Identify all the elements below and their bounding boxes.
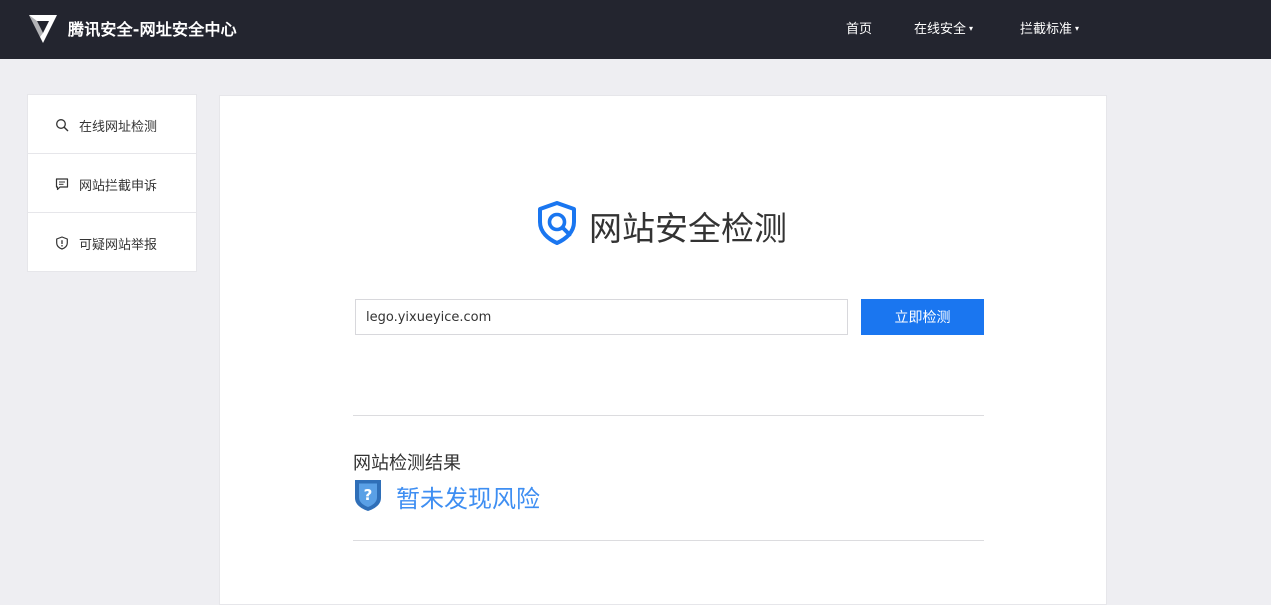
message-icon (55, 178, 69, 191)
page-title: 网站安全检测 (589, 209, 787, 248)
result-heading: 网站检测结果 (353, 453, 461, 474)
nav-online-security[interactable]: 在线安全 ▾ (914, 18, 973, 37)
sidebar-item-url-check[interactable]: 在线网址检测 (28, 95, 196, 154)
svg-text:?: ? (364, 486, 373, 504)
nav-online-security-label: 在线安全 (914, 22, 967, 37)
main-panel: 网站安全检测 立即检测 网站检测结果 ? 暂未发现风险 (219, 95, 1107, 605)
divider (353, 415, 984, 416)
site-title: 腾讯安全-网址安全中心 (68, 20, 237, 39)
sidebar-item-label: 在线网址检测 (79, 120, 158, 135)
question-shield-icon: ? (355, 480, 381, 511)
result-status-text: 暂未发现风险 (396, 485, 540, 513)
caret-down-icon: ▾ (1075, 24, 1080, 33)
sidebar-item-label: 网站拦截申诉 (79, 179, 158, 194)
nav-home[interactable]: 首页 (846, 18, 872, 37)
sidebar-item-report[interactable]: 可疑网站举报 (28, 213, 196, 272)
divider (353, 540, 984, 541)
nav-home-label: 首页 (846, 22, 873, 37)
search-icon (56, 119, 69, 132)
tencent-shield-logo-icon (29, 15, 57, 43)
sidebar-item-appeal[interactable]: 网站拦截申诉 (28, 154, 196, 213)
nav-block-standards[interactable]: 拦截标准 ▾ (1020, 18, 1079, 37)
caret-down-icon: ▾ (969, 24, 974, 33)
shield-search-logo-icon (538, 201, 576, 245)
brand[interactable]: 腾讯安全-网址安全中心 (26, 10, 237, 46)
url-input[interactable] (355, 299, 848, 335)
sidebar-item-label: 可疑网站举报 (79, 238, 158, 253)
sidebar: 在线网址检测 网站拦截申诉 可疑网站举报 (27, 94, 197, 272)
top-navigation-bar: 腾讯安全-网址安全中心 首页 在线安全 ▾ 拦截标准 ▾ (0, 0, 1271, 59)
check-now-button[interactable]: 立即检测 (861, 299, 984, 335)
shield-alert-icon (56, 236, 68, 250)
nav-block-standards-label: 拦截标准 (1020, 22, 1073, 37)
